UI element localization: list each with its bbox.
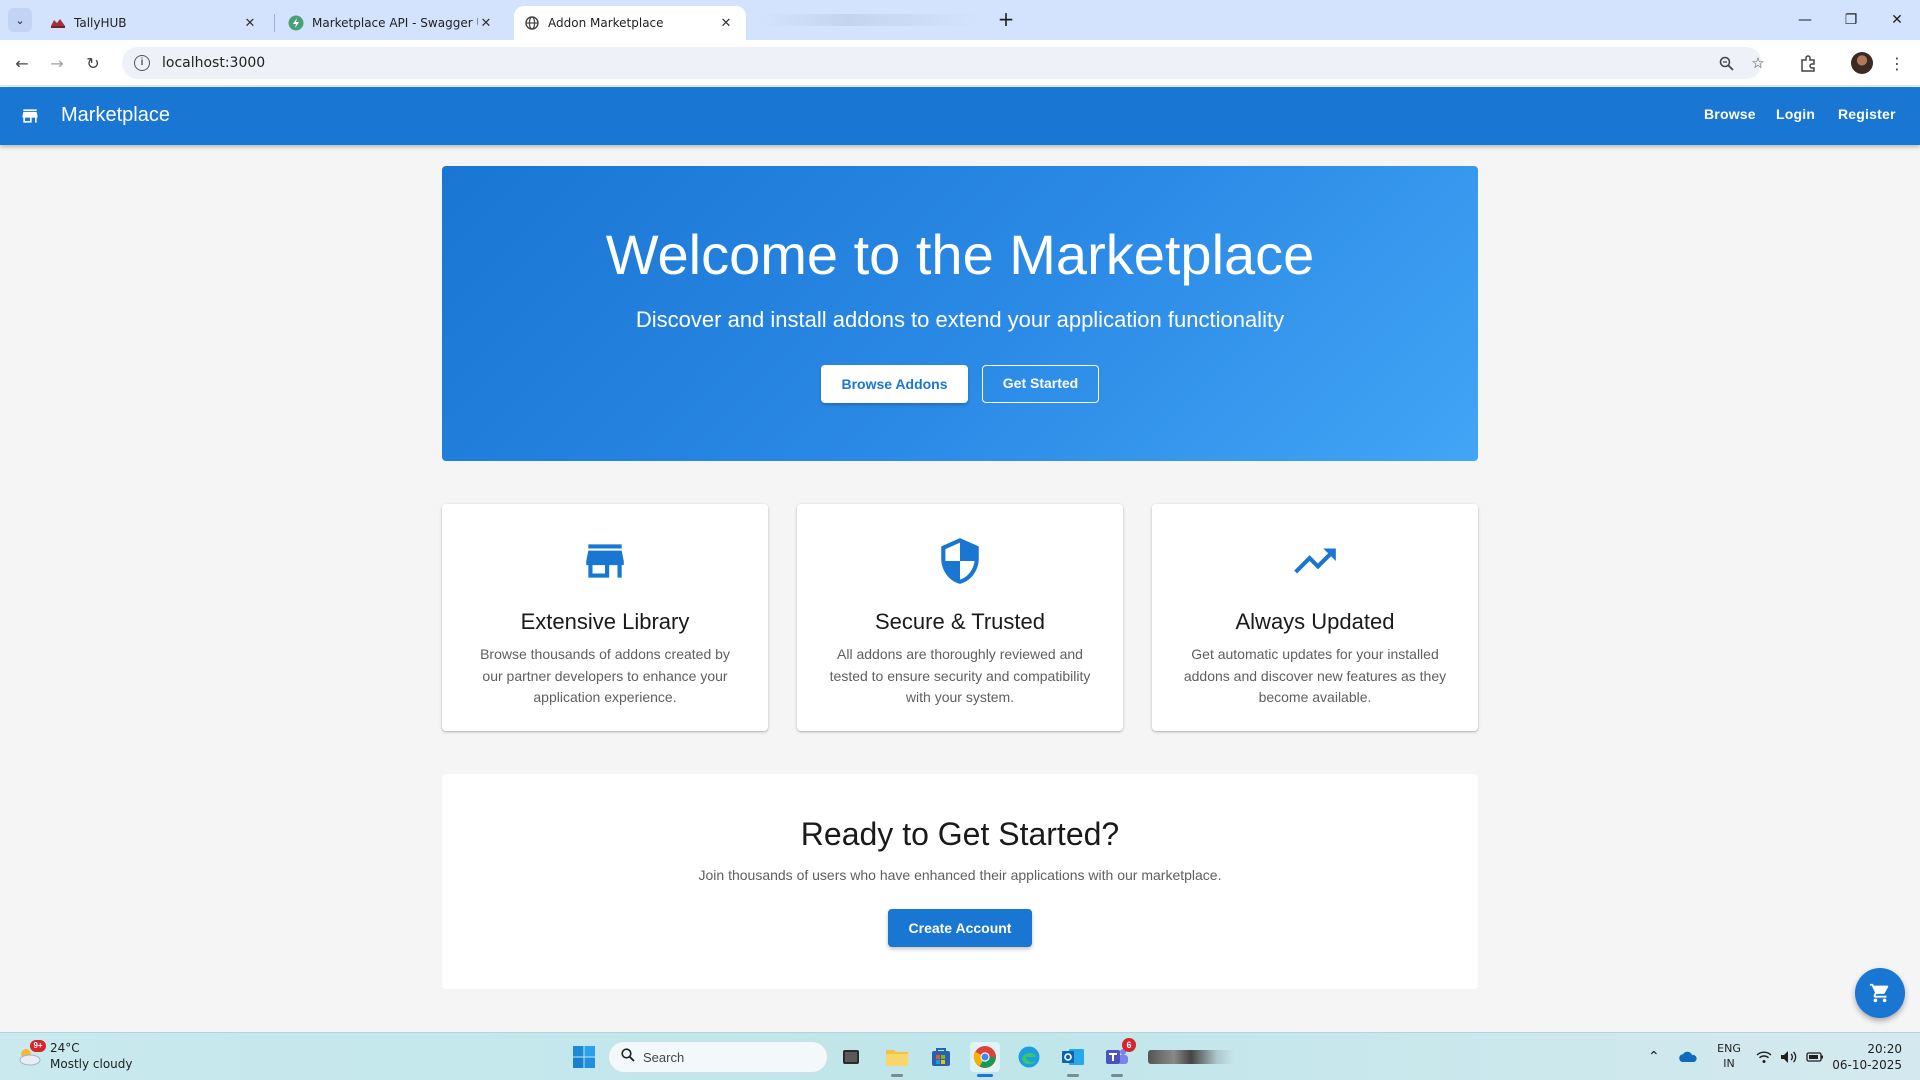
windows-taskbar: 9+ 24°C Mostly cloudy Search 6 ⌃ ENG IN …	[0, 1032, 1920, 1080]
clock-date: 06-10-2025	[1832, 1058, 1902, 1072]
feature-card-updated: Always Updated Get automatic updates for…	[1152, 504, 1478, 731]
cta-section: Ready to Get Started? Join thousands of …	[442, 774, 1478, 989]
blurred-tab	[760, 14, 980, 26]
hero-subtitle: Discover and install addons to extend yo…	[635, 307, 1285, 332]
cta-text: Join thousands of users who have enhance…	[698, 867, 1222, 883]
restore-icon[interactable]: ❐	[1828, 8, 1874, 32]
browser-tab-strip: ⌄ TallyHUB ✕ Marketplace API - Swagger U…	[0, 0, 1920, 40]
reload-icon[interactable]: ↻	[80, 50, 106, 76]
weather-condition: Mostly cloudy	[50, 1057, 133, 1071]
brand-title[interactable]: Marketplace	[61, 104, 170, 127]
tab-search-button[interactable]: ⌄	[8, 8, 32, 32]
store-icon[interactable]	[926, 1042, 956, 1072]
feature-title: Secure & Trusted	[875, 609, 1045, 634]
shield-icon	[941, 538, 979, 584]
extensions-icon[interactable]	[1795, 50, 1821, 76]
address-bar[interactable]: i localhost:3000 ☆	[122, 47, 1765, 79]
profile-avatar[interactable]	[1851, 52, 1873, 74]
task-view-icon[interactable]	[836, 1042, 866, 1072]
running-indicator	[977, 1074, 993, 1077]
battery-icon[interactable]	[1806, 1033, 1824, 1080]
language-region: IN	[1723, 1057, 1735, 1070]
create-account-button[interactable]: Create Account	[888, 909, 1032, 947]
close-window-icon[interactable]: ✕	[1874, 8, 1920, 32]
zoom-icon[interactable]	[1716, 53, 1736, 73]
tab-title: TallyHUB	[74, 16, 127, 30]
volume-icon[interactable]	[1780, 1033, 1798, 1080]
tab-title: Marketplace API - Swagger UI	[312, 16, 478, 30]
globe-icon	[524, 15, 540, 31]
outlook-icon[interactable]	[1058, 1042, 1088, 1077]
weather-temperature: 24°C	[50, 1041, 80, 1055]
minimize-icon[interactable]: —	[1782, 8, 1828, 32]
feature-title: Extensive Library	[520, 609, 690, 634]
tab-addon-marketplace[interactable]: Addon Marketplace ✕	[514, 6, 746, 40]
close-icon[interactable]: ✕	[718, 15, 734, 31]
app-header: Marketplace Browse Login Register	[0, 87, 1920, 145]
running-indicator	[891, 1074, 903, 1077]
clock-time: 20:20	[1867, 1042, 1902, 1056]
search-icon	[621, 1048, 635, 1066]
chrome-icon[interactable]	[970, 1042, 1000, 1077]
get-started-button[interactable]: Get Started	[982, 365, 1099, 403]
storefront-icon[interactable]	[20, 106, 40, 126]
tab-swagger[interactable]: Marketplace API - Swagger UI ✕	[278, 6, 506, 40]
hero-banner: Welcome to the Marketplace Discover and …	[442, 166, 1478, 461]
menu-dots-icon[interactable]: ⋮	[1884, 50, 1910, 76]
nav-login-link[interactable]: Login	[1776, 106, 1815, 122]
feature-title: Always Updated	[1235, 609, 1395, 634]
onedrive-cloud-icon[interactable]	[1678, 1033, 1698, 1080]
browser-toolbar: ← → ↻ i localhost:3000 ☆ ⋮	[0, 40, 1920, 86]
url-text: localhost:3000	[162, 55, 266, 71]
blurred-taskbar-apps	[1146, 1042, 1236, 1072]
tab-separator	[274, 14, 275, 32]
feature-card-library: Extensive Library Browse thousands of ad…	[442, 504, 768, 731]
new-tab-button[interactable]: +	[992, 8, 1020, 32]
windows-start-icon[interactable]	[572, 1045, 596, 1069]
cloud-icon: 9+	[16, 1040, 46, 1069]
nav-register-link[interactable]: Register	[1838, 106, 1896, 122]
shopping-cart-icon	[1869, 983, 1889, 1003]
teams-notification-badge: 6	[1122, 1038, 1136, 1052]
weather-alert-badge: 9+	[30, 1040, 46, 1052]
forward-arrow-icon[interactable]: →	[44, 50, 70, 76]
trending-up-icon	[1294, 548, 1336, 574]
edge-icon[interactable]	[1014, 1042, 1044, 1072]
file-explorer-icon[interactable]	[882, 1042, 912, 1077]
wifi-icon[interactable]	[1756, 1033, 1772, 1080]
hero-title: Welcome to the Marketplace	[605, 223, 1315, 286]
close-icon[interactable]: ✕	[478, 15, 494, 31]
feature-card-secure: Secure & Trusted All addons are thorough…	[797, 504, 1123, 731]
teams-icon[interactable]: 6	[1102, 1038, 1136, 1077]
swagger-icon	[288, 15, 304, 31]
bookmark-star-icon[interactable]: ☆	[1748, 53, 1768, 73]
site-info-icon[interactable]: i	[134, 55, 150, 71]
cart-fab-button[interactable]	[1855, 968, 1905, 1018]
language-indicator[interactable]: ENG IN	[1714, 1041, 1744, 1071]
browse-addons-button[interactable]: Browse Addons	[821, 365, 968, 403]
language-code: ENG	[1717, 1042, 1741, 1055]
show-hidden-icons[interactable]: ⌃	[1648, 1033, 1660, 1080]
cta-title: Ready to Get Started?	[800, 816, 1120, 852]
back-arrow-icon[interactable]: ←	[9, 50, 35, 76]
close-icon[interactable]: ✕	[242, 15, 258, 31]
feature-description: Get automatic updates for your installed…	[1183, 646, 1447, 705]
running-indicator	[1067, 1074, 1079, 1077]
storefront-icon	[586, 544, 624, 578]
feature-description: Browse thousands of addons created by ou…	[480, 646, 730, 705]
tab-tallyhub[interactable]: TallyHUB ✕	[40, 6, 270, 40]
system-clock[interactable]: 20:20 06-10-2025	[1832, 1041, 1902, 1073]
weather-widget[interactable]: 9+ 24°C Mostly cloudy	[16, 1040, 133, 1072]
nav-browse-link[interactable]: Browse	[1704, 106, 1756, 122]
tab-title: Addon Marketplace	[548, 16, 664, 30]
running-indicator	[1111, 1074, 1123, 1077]
taskbar-search-placeholder: Search	[643, 1049, 685, 1065]
feature-description: All addons are thoroughly reviewed and t…	[829, 646, 1091, 705]
tallyhub-icon	[50, 15, 66, 31]
taskbar-search-box[interactable]: Search	[608, 1041, 828, 1073]
